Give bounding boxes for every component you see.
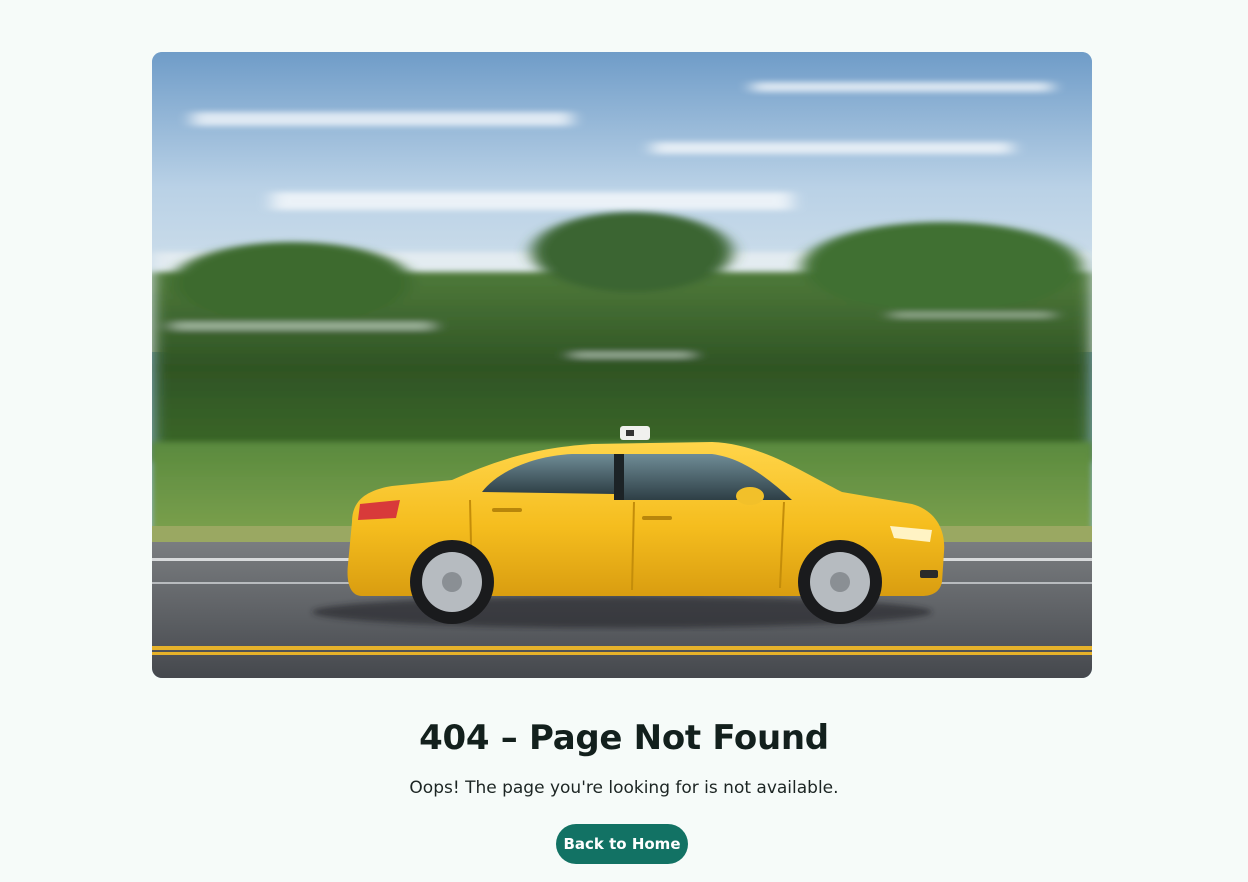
back-to-home-button[interactable]: Back to Home: [556, 824, 688, 864]
page-title: 404 – Page Not Found: [419, 718, 829, 758]
hero-image: [152, 52, 1092, 678]
error-message: Oops! The page you're looking for is not…: [409, 778, 839, 798]
error-page: 404 – Page Not Found Oops! The page you'…: [0, 0, 1248, 882]
taxi-illustration: [152, 52, 1092, 678]
